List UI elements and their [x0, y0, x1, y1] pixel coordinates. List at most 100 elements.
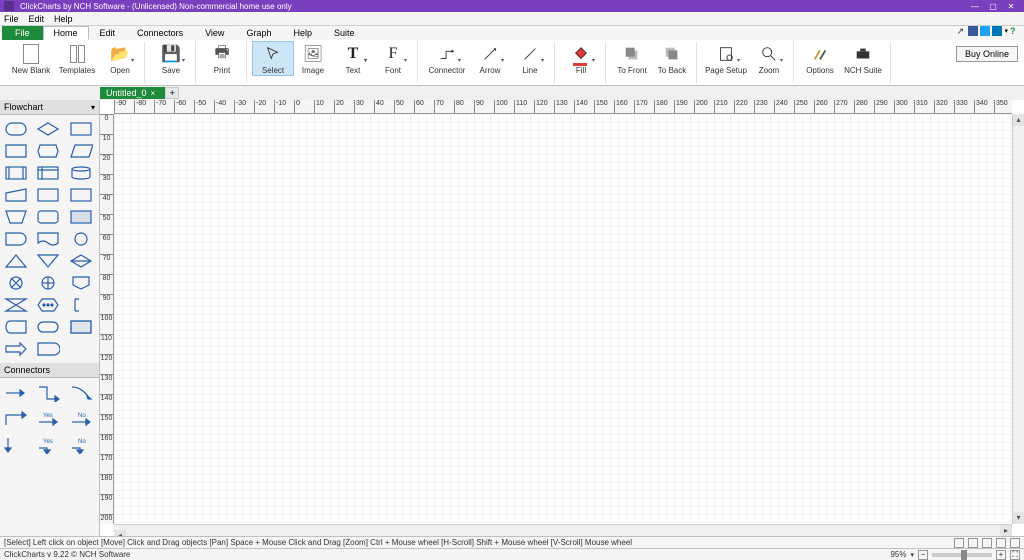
line-button[interactable]: ▾Line — [510, 42, 550, 75]
shape-sort[interactable] — [69, 253, 93, 269]
shape-card[interactable] — [4, 143, 28, 159]
shape-shadow[interactable] — [69, 209, 93, 225]
menu-help[interactable]: Help — [54, 14, 73, 24]
conn-down[interactable] — [4, 436, 28, 454]
conn-no[interactable]: No — [70, 410, 94, 428]
shape-offpage[interactable] — [69, 275, 93, 291]
tool-icon-3[interactable] — [982, 538, 992, 548]
help-icon[interactable]: ? — [1010, 26, 1020, 36]
connectors-panel-header[interactable]: Connectors — [0, 363, 99, 378]
tab-view[interactable]: View — [194, 26, 235, 40]
zoom-in-button[interactable]: + — [996, 550, 1006, 560]
tab-file[interactable]: File — [2, 26, 43, 40]
shape-predefined[interactable] — [4, 165, 28, 181]
print-button[interactable]: 🖶Print — [202, 42, 242, 75]
tab-suite[interactable]: Suite — [323, 26, 366, 40]
zoom-out-button[interactable]: − — [918, 550, 928, 560]
shape-pill[interactable] — [36, 319, 60, 335]
shape-manual-input[interactable] — [4, 187, 28, 203]
image-button[interactable]: 🖼Image — [293, 42, 333, 75]
tool-icon-4[interactable] — [996, 538, 1006, 548]
tab-home[interactable]: Home — [43, 26, 89, 40]
to-front-button[interactable]: To Front — [612, 42, 652, 75]
to-back-button[interactable]: To Back — [652, 42, 692, 75]
tab-help[interactable]: Help — [282, 26, 323, 40]
scroll-down-icon[interactable]: ▾ — [1013, 512, 1024, 524]
scroll-right-icon[interactable]: ▸ — [1000, 525, 1012, 536]
shape-stored[interactable] — [4, 319, 28, 335]
conn-curved[interactable] — [70, 384, 94, 402]
add-tab-button[interactable]: + — [165, 87, 179, 99]
flowchart-panel-header[interactable]: Flowchart▾ — [0, 100, 99, 115]
facebook-icon[interactable] — [968, 26, 978, 36]
connector-button[interactable]: ▾Connector — [424, 42, 470, 75]
close-tab-icon[interactable]: × — [151, 89, 156, 98]
conn-no2[interactable]: No — [70, 436, 94, 454]
shape-terminator[interactable] — [4, 121, 28, 137]
templates-button[interactable]: Templates — [54, 42, 100, 75]
shape-database[interactable] — [69, 165, 93, 181]
close-button[interactable]: ✕ — [1002, 2, 1020, 11]
shape-loop[interactable] — [36, 297, 60, 313]
shape-capsule[interactable] — [36, 341, 60, 357]
dropdown-icon[interactable]: ▾ — [1004, 27, 1008, 35]
shape-delay[interactable] — [4, 231, 28, 247]
text-button[interactable]: T▾Text — [333, 42, 373, 75]
linkedin-icon[interactable] — [992, 26, 1002, 36]
tab-graph[interactable]: Graph — [235, 26, 282, 40]
tool-icon-5[interactable] — [1010, 538, 1020, 548]
shape-rect3[interactable] — [69, 187, 93, 203]
shape-data[interactable] — [69, 143, 93, 159]
shape-rounded[interactable] — [36, 209, 60, 225]
shape-merge[interactable] — [36, 253, 60, 269]
tab-edit[interactable]: Edit — [89, 26, 127, 40]
shape-tape[interactable] — [69, 319, 93, 335]
menu-edit[interactable]: Edit — [29, 14, 45, 24]
zoom-button[interactable]: ▾Zoom — [749, 42, 789, 75]
shape-display[interactable] — [36, 143, 60, 159]
open-button[interactable]: 📂▾Open — [100, 42, 140, 75]
nch-suite-button[interactable]: NCH Suite — [840, 42, 886, 75]
shape-internal[interactable] — [36, 165, 60, 181]
shape-connector-circle[interactable] — [69, 231, 93, 247]
buy-online-button[interactable]: Buy Online — [956, 46, 1018, 62]
font-button[interactable]: F▾Font — [373, 42, 413, 75]
scroll-up-icon[interactable]: ▴ — [1013, 114, 1024, 126]
zoom-fit-button[interactable]: ⛶ — [1010, 550, 1020, 560]
menu-file[interactable]: File — [4, 14, 19, 24]
shape-process[interactable] — [69, 121, 93, 137]
arrow-button[interactable]: ▾Arrow — [470, 42, 510, 75]
tool-icon-1[interactable] — [954, 538, 964, 548]
minimize-button[interactable]: — — [966, 2, 984, 11]
tab-connectors[interactable]: Connectors — [126, 26, 194, 40]
canvas[interactable] — [114, 114, 1012, 524]
vertical-scrollbar[interactable]: ▴ ▾ — [1012, 114, 1024, 524]
share-icon[interactable]: ↗ — [956, 26, 966, 36]
horizontal-scrollbar[interactable]: ◂ ▸ — [114, 524, 1012, 536]
shape-or[interactable] — [36, 275, 60, 291]
twitter-icon[interactable] — [980, 26, 990, 36]
shape-sum[interactable] — [4, 275, 28, 291]
tool-icon-2[interactable] — [968, 538, 978, 548]
conn-straight[interactable] — [4, 384, 28, 402]
shape-collate[interactable] — [4, 297, 28, 313]
page-setup-button[interactable]: ▾Page Setup — [703, 42, 749, 75]
maximize-button[interactable]: ▢ — [984, 2, 1002, 11]
zoom-slider[interactable] — [932, 553, 992, 557]
shape-extract[interactable] — [4, 253, 28, 269]
conn-elbow2[interactable] — [4, 410, 28, 428]
zoom-dropdown-icon[interactable]: ▾ — [910, 551, 914, 559]
select-button[interactable]: Select — [253, 42, 293, 75]
shape-bracket[interactable] — [69, 297, 93, 313]
conn-yes2[interactable]: Yes — [37, 436, 61, 454]
fill-button[interactable]: ▾Fill — [561, 42, 601, 75]
shape-rect2[interactable] — [36, 187, 60, 203]
document-tab[interactable]: Untitled_0× — [100, 87, 165, 99]
shape-arrow-right[interactable] — [4, 341, 28, 357]
shape-decision[interactable] — [36, 121, 60, 137]
options-button[interactable]: Options — [800, 42, 840, 75]
shape-manual-op[interactable] — [4, 209, 28, 225]
save-button[interactable]: 💾▾Save — [151, 42, 191, 75]
conn-yes[interactable]: Yes — [37, 410, 61, 428]
conn-elbow[interactable] — [37, 384, 61, 402]
